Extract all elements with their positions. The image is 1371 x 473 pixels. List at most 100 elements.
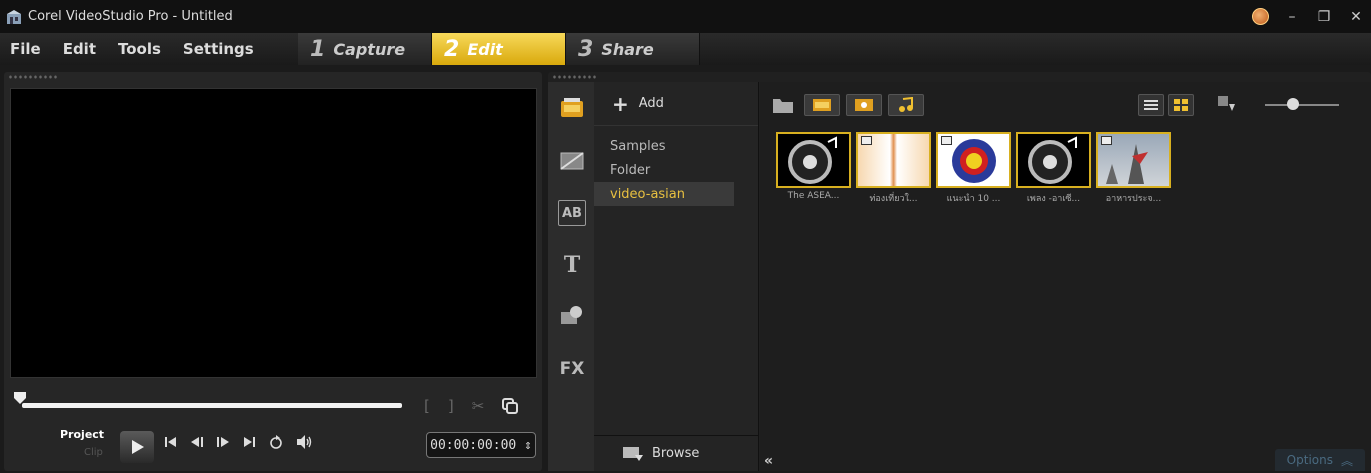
collapse-library-button[interactable]: « [764,453,773,469]
title-tab[interactable]: AB [558,200,586,226]
next-frame-icon[interactable] [216,435,230,449]
video-badge-icon [1101,136,1112,145]
list-view-button[interactable] [1138,94,1164,116]
show-photos-button[interactable] [846,94,882,116]
thumbnail-view-button[interactable] [1168,94,1194,116]
video-thumbnail [936,132,1011,188]
transport-controls [164,434,314,450]
library-tabs: AB T FX [548,82,594,471]
media-thumbnails: The ASEA... ท่องเที่ยวใ... แนะนำ 10 ... [776,132,1171,205]
timecode-field[interactable]: 00:00:00:00 ⇕ [426,432,536,458]
window-title: Corel VideoStudio Pro - Untitled [28,9,233,24]
mark-in-button[interactable]: [ [424,397,430,415]
title-ab-icon: AB [562,205,582,221]
step-number: 1 [310,36,326,62]
preview-window [10,88,537,378]
video-badge-icon [941,136,952,145]
media-item-label: The ASEA... [787,191,840,201]
preview-panel: [ ] ✂ Project Clip 00:00:00:00 ⇕ [4,72,542,471]
enlarge-preview-icon[interactable] [502,398,519,414]
audio-thumbnail [776,132,851,188]
repeat-icon[interactable] [268,434,284,450]
text-t-icon: T [563,252,581,278]
browse-label: Browse [652,446,700,461]
project-mode-label[interactable]: Project [60,428,104,441]
options-label: Options [1286,453,1333,467]
clip-mode-label[interactable]: Clip [84,447,104,458]
media-item-label: อาหารประจ... [1105,194,1162,204]
graphic-icon [561,306,582,324]
step-number: 3 [578,36,594,62]
scrub-bar[interactable] [22,403,402,408]
step-share[interactable]: 3 Share [566,33,700,65]
browse-icon [623,446,643,461]
step-edit[interactable]: 2 Edit [432,33,566,65]
thumbnail-zoom-track[interactable] [1265,104,1339,106]
close-button[interactable]: ✕ [1347,9,1365,25]
globe-icon[interactable] [1252,8,1269,25]
media-item-label: ท่องเที่ยวใ... [869,194,918,204]
mark-out-button[interactable]: ] [448,397,454,415]
show-videos-button[interactable] [804,94,840,116]
volume-icon[interactable] [296,434,314,450]
project-clip-toggle[interactable]: Project Clip [60,428,104,458]
go-to-end-icon[interactable] [242,435,256,449]
text-tab[interactable]: T [558,252,586,278]
transition-icon [560,152,584,170]
trim-controls: [ ] ✂ [424,397,519,415]
add-folder-button[interactable]: + Add [594,82,758,126]
grid-view-icon [1174,99,1188,111]
menu-tools[interactable]: Tools [118,40,161,58]
media-icon [561,98,583,117]
go-to-start-icon[interactable] [164,435,178,449]
audio-disc-icon [788,136,837,184]
folder-list: + Add Samples Folder video-asian Browse [594,82,759,471]
media-item[interactable]: ท่องเที่ยวใ... [856,132,931,205]
photo-filter-icon [855,99,873,111]
step-label: Capture [333,39,406,59]
media-item[interactable]: แนะนำ 10 ... [936,132,1011,205]
restore-button[interactable]: ❐ [1315,9,1333,25]
sort-icon[interactable] [1216,94,1236,114]
video-filter-icon [813,99,831,111]
fx-icon: FX [559,359,585,379]
audio-disc-icon [1028,136,1077,184]
media-tab[interactable] [558,94,586,120]
video-badge-icon [861,136,872,145]
workflow-steps: 1 Capture 2 Edit 3 Share [298,33,700,65]
transition-tab[interactable] [558,148,586,174]
play-button[interactable] [120,431,154,463]
folder-item-folder[interactable]: Folder [594,158,758,182]
plus-icon: + [612,91,629,116]
step-label: Share [601,39,654,59]
double-chevron-up-icon: ︽ [1340,453,1353,468]
options-button[interactable]: Options ︽ [1274,449,1365,471]
menu-file[interactable]: File [10,40,41,58]
thumbnail-zoom-handle[interactable] [1287,98,1299,110]
media-item[interactable]: เพลง -อาเซี... [1016,132,1091,205]
folder-item-video-asian[interactable]: video-asian [594,182,734,206]
media-item[interactable]: The ASEA... [776,132,851,205]
panel-grip[interactable] [552,74,598,80]
minimize-button[interactable]: – [1283,9,1301,25]
step-capture[interactable]: 1 Capture [298,33,432,65]
view-mode-buttons [1138,94,1236,116]
library-panel: AB T FX + Add Samples Folder video-asian… [548,72,1371,471]
list-view-icon [1144,100,1158,110]
media-item[interactable]: อาหารประจ... [1096,132,1171,205]
folder-item-samples[interactable]: Samples [594,134,758,158]
browse-button[interactable]: Browse [594,435,759,471]
previous-frame-icon[interactable] [190,435,204,449]
graphic-tab[interactable] [558,302,586,328]
filter-tab[interactable]: FX [558,356,586,382]
step-number: 2 [444,36,460,62]
media-item-label: แนะนำ 10 ... [946,194,1001,204]
menu-edit[interactable]: Edit [63,40,96,58]
panel-grip[interactable] [8,74,58,80]
show-audio-button[interactable] [888,94,924,116]
folder-icon[interactable] [772,96,794,114]
menu-settings[interactable]: Settings [183,40,254,58]
split-clip-button[interactable]: ✂ [472,397,485,415]
media-toolbar [772,94,924,116]
media-area: The ASEA... ท่องเที่ยวใ... แนะนำ 10 ... [760,82,1371,471]
